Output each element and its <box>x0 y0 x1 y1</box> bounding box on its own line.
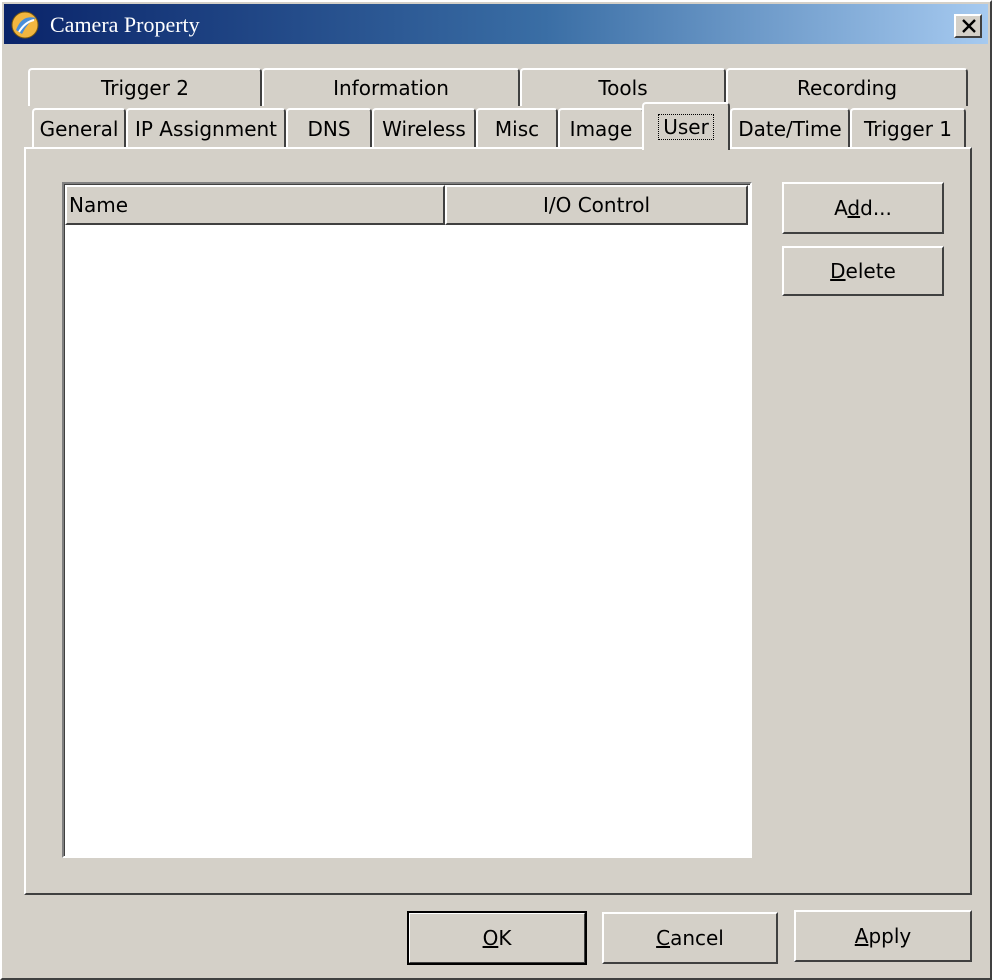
apply-button[interactable]: Apply <box>794 910 972 962</box>
window-title: Camera Property <box>50 12 200 37</box>
tab-information[interactable]: Information <box>262 68 520 106</box>
tab-date-time[interactable]: Date/Time <box>730 108 850 148</box>
tab-general[interactable]: General <box>32 108 126 148</box>
cancel-button[interactable]: Cancel <box>602 912 778 964</box>
delete-button-label: Delete <box>830 259 896 283</box>
tab-image[interactable]: Image <box>558 108 644 148</box>
tab-wireless[interactable]: Wireless <box>372 108 476 148</box>
tab-recording[interactable]: Recording <box>726 68 968 106</box>
column-header-name[interactable]: Name <box>65 185 445 225</box>
tab-misc[interactable]: Misc <box>476 108 558 148</box>
tab-dns[interactable]: DNS <box>286 108 372 148</box>
tab-user[interactable]: User <box>642 102 730 150</box>
add-button[interactable]: Add... <box>782 182 944 234</box>
close-button[interactable] <box>954 14 982 38</box>
close-icon <box>962 19 976 33</box>
ok-button[interactable]: OK <box>407 911 587 965</box>
tab-tools[interactable]: Tools <box>520 68 726 106</box>
ok-button-label: OK <box>482 926 512 950</box>
apply-button-label: Apply <box>854 924 912 948</box>
camera-app-icon <box>11 11 39 39</box>
column-header-io-control[interactable]: I/O Control <box>445 185 748 225</box>
delete-button[interactable]: Delete <box>782 246 944 296</box>
add-button-label: Add... <box>834 196 892 220</box>
tab-ip-assignment[interactable]: IP Assignment <box>126 108 286 148</box>
user-list[interactable]: Name I/O Control <box>62 182 752 858</box>
title-bar[interactable]: Camera Property <box>4 4 988 44</box>
camera-property-window: Camera Property Trigger 2 Information To… <box>0 0 992 980</box>
tab-trigger-2[interactable]: Trigger 2 <box>28 68 262 106</box>
cancel-button-label: Cancel <box>656 926 724 950</box>
tab-trigger-1[interactable]: Trigger 1 <box>850 108 966 148</box>
user-list-body[interactable]: Name I/O Control <box>64 184 750 856</box>
